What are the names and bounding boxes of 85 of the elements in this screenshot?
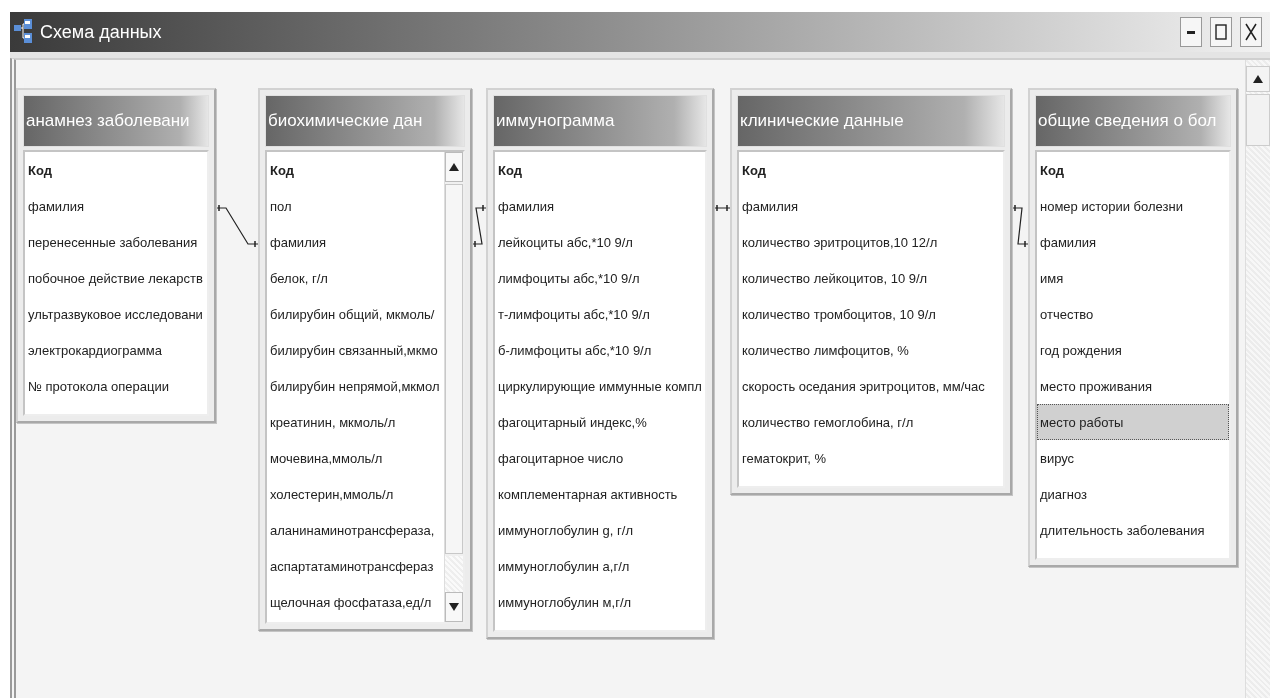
field-row[interactable]: аспартатаминотрансфераз — [267, 548, 444, 584]
field-row[interactable]: фамилия — [495, 188, 705, 224]
table-window[interactable] — [258, 88, 472, 631]
field-row[interactable]: аланинаминотрансфераза, — [267, 512, 444, 548]
field-row[interactable]: фагоцитарное число — [495, 440, 705, 476]
diagram-icon — [14, 19, 34, 45]
minimize-button[interactable] — [1180, 17, 1202, 47]
scroll-thumb[interactable] — [445, 184, 463, 554]
relationship-line — [713, 204, 731, 212]
field-row[interactable]: циркулирующие иммунные компл — [495, 368, 705, 404]
scroll-thumb[interactable] — [1246, 94, 1270, 146]
field-row[interactable]: номер истории болезни — [1037, 188, 1229, 224]
field-row[interactable]: ультразвуковое исследовани — [25, 296, 207, 332]
field-row[interactable]: билирубин непрямой,мкмол — [267, 368, 444, 404]
field-row[interactable]: лимфоциты абс,*10 9/л — [495, 260, 705, 296]
down-arrow-icon — [449, 603, 459, 611]
field-row[interactable]: Код — [1037, 152, 1229, 188]
field-row[interactable]: место проживания — [1037, 368, 1229, 404]
scroll-up-button[interactable] — [445, 152, 463, 182]
field-row[interactable]: диагноз — [1037, 476, 1229, 512]
field-row[interactable]: Код — [739, 152, 1003, 188]
field-row[interactable]: место работы — [1037, 404, 1229, 440]
up-arrow-icon — [1253, 75, 1263, 83]
table-title: анамнез заболевани — [23, 95, 209, 147]
up-arrow-icon — [449, 163, 459, 171]
table-window[interactable]: анамнез заболевани Код фамилия перенесенные заболевания побочное действие лекарств ультразвуковое исследовани электрокардиограмма № протокола операции — [16, 88, 216, 423]
scroll-up-button[interactable] — [1246, 66, 1270, 92]
field-row[interactable]: побочное действие лекарств — [25, 260, 207, 296]
minimize-icon — [1187, 30, 1195, 34]
field-row[interactable]: фамилия — [25, 188, 207, 224]
field-row[interactable]: билирубин связанный,мкмо — [267, 332, 444, 368]
table-window[interactable] — [730, 88, 1012, 495]
field-row[interactable]: длительность заболевания — [1037, 512, 1229, 548]
field-row[interactable]: мочевина,ммоль/л — [267, 440, 444, 476]
table-title: иммунограмма — [493, 95, 707, 147]
field-row[interactable]: отчество — [1037, 296, 1229, 332]
field-row[interactable]: холестерин,ммоль/л — [267, 476, 444, 512]
field-row[interactable]: т-лимфоциты абс,*10 9/л — [495, 296, 705, 332]
field-row[interactable]: электрокардиограмма — [25, 332, 207, 368]
table-title: биохимические дан — [265, 95, 465, 147]
vertical-scrollbar[interactable] — [1245, 60, 1270, 698]
field-row[interactable]: скорость оседания эритроцитов, мм/час — [739, 368, 1003, 404]
table-title: клинические данные — [737, 95, 1005, 147]
field-row[interactable]: лейкоциты абс,*10 9/л — [495, 224, 705, 260]
field-row[interactable]: белок, г/л — [267, 260, 444, 296]
field-row[interactable]: фамилия — [1037, 224, 1229, 260]
field-row[interactable]: фамилия — [739, 188, 1003, 224]
table-title: общие сведения о бол — [1035, 95, 1231, 147]
field-row[interactable]: б-лимфоциты абс,*10 9/л — [495, 332, 705, 368]
field-row[interactable]: № протокола операции — [25, 368, 207, 404]
field-row[interactable]: фагоцитарный индекс,% — [495, 404, 705, 440]
field-row[interactable]: пол — [267, 188, 444, 224]
field-row[interactable]: Код — [25, 152, 207, 188]
field-row[interactable]: комплементарная активность — [495, 476, 705, 512]
close-icon — [1245, 23, 1257, 41]
field-row[interactable]: иммуноглобулин g, г/л — [495, 512, 705, 548]
field-row[interactable]: иммуноглобулин а,г/л — [495, 548, 705, 584]
table-window[interactable]: общие сведения о бол Код номер истории болезни фамилия имя отчество год рождения место проживания место работы вирус диагноз длительность заболевания — [1028, 88, 1238, 567]
field-row[interactable]: Код — [495, 152, 705, 188]
vertical-scrollbar[interactable] — [444, 152, 463, 622]
relationship-line — [471, 204, 487, 248]
field-row[interactable]: Код — [267, 152, 444, 188]
maximize-icon — [1215, 24, 1227, 40]
field-row[interactable]: вирус — [1037, 440, 1229, 476]
relationship-line — [215, 204, 259, 248]
window-title: Схема данных — [40, 21, 163, 43]
field-row[interactable]: иммуноглобулин м,г/л — [495, 584, 705, 620]
field-row[interactable]: билирубин общий, мкмоль/ — [267, 296, 444, 332]
field-row[interactable]: количество гемоглобина, г/л — [739, 404, 1003, 440]
field-row[interactable]: фамилия — [267, 224, 444, 260]
field-row[interactable]: креатинин, мкмоль/л — [267, 404, 444, 440]
relationship-line — [1011, 204, 1029, 248]
scroll-down-button[interactable] — [445, 592, 463, 622]
field-row[interactable]: имя — [1037, 260, 1229, 296]
field-row[interactable]: перенесенные заболевания — [25, 224, 207, 260]
table-window[interactable] — [486, 88, 714, 639]
close-button[interactable] — [1240, 17, 1262, 47]
field-row[interactable]: год рождения — [1037, 332, 1229, 368]
field-row[interactable]: количество лейкоцитов, 10 9/л — [739, 260, 1003, 296]
field-row[interactable]: количество тромбоцитов, 10 9/л — [739, 296, 1003, 332]
maximize-button[interactable] — [1210, 17, 1232, 47]
field-row[interactable]: количество лимфоцитов, % — [739, 332, 1003, 368]
field-row[interactable]: гематокрит, % — [739, 440, 1003, 476]
field-row[interactable]: щелочная фосфатаза,ед/л — [267, 584, 444, 620]
field-row[interactable]: количество эритроцитов,10 12/л — [739, 224, 1003, 260]
